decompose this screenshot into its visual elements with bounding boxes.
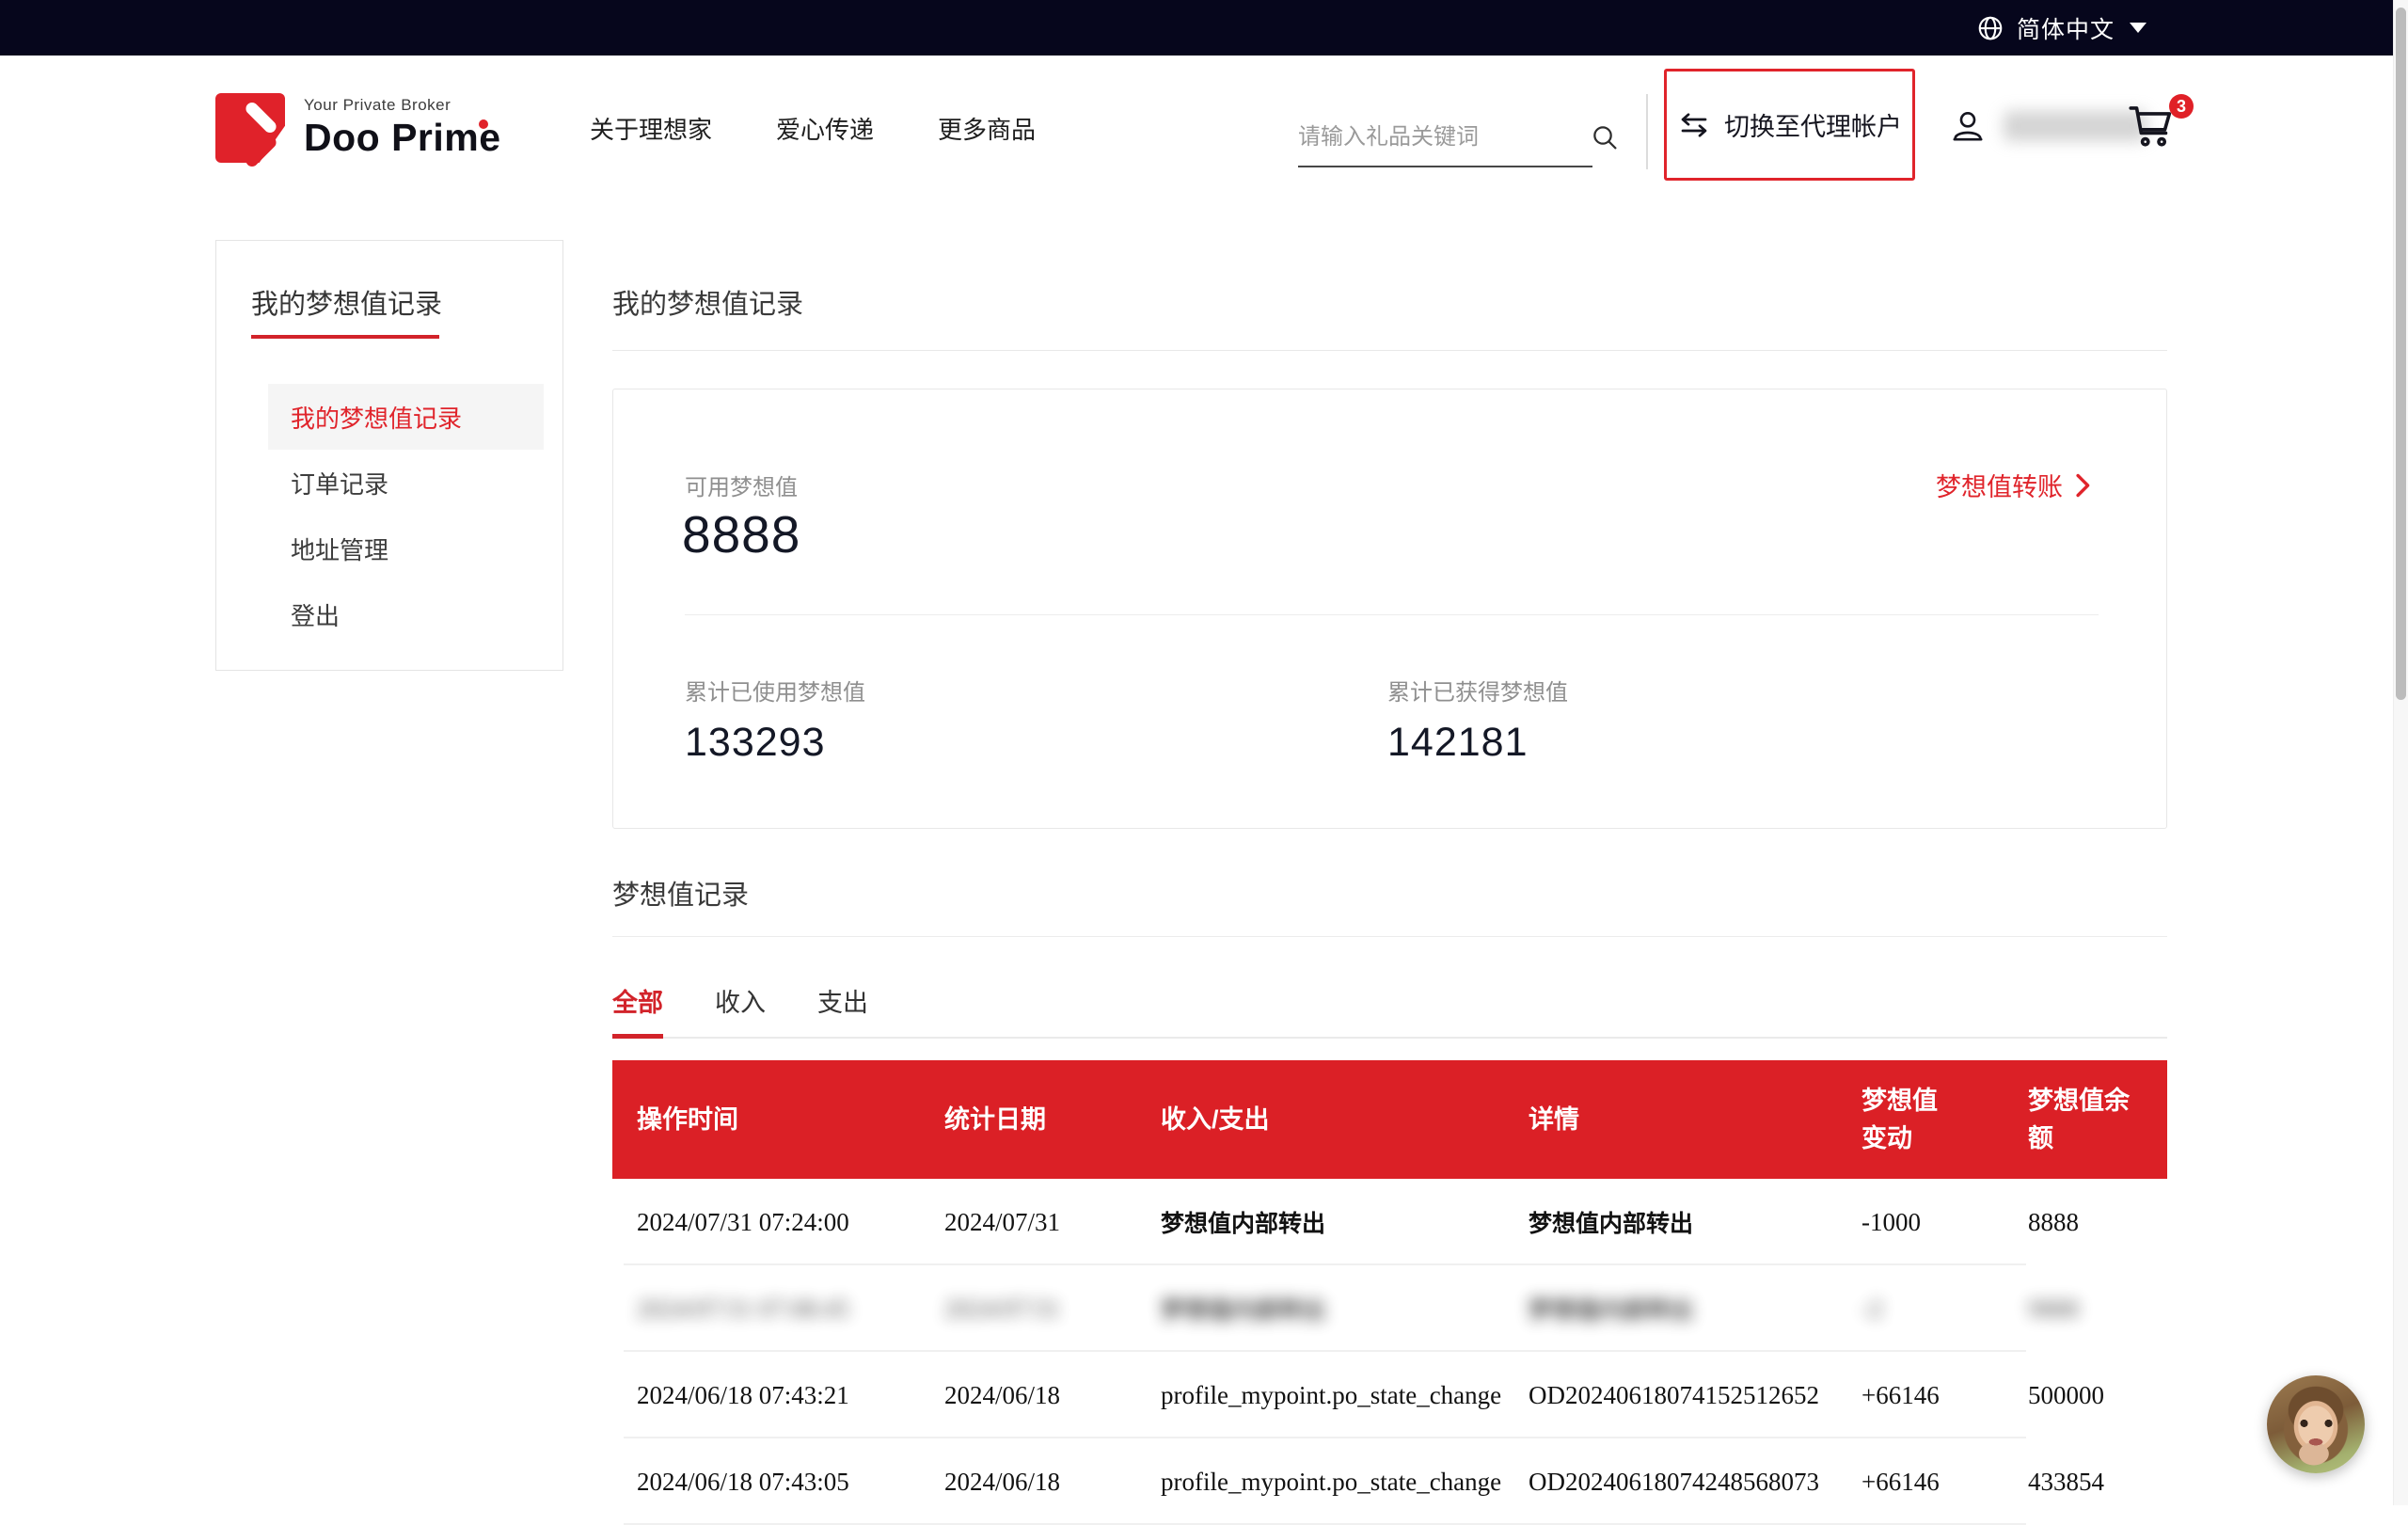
table-cell: 2024/07/31 (920, 1208, 1136, 1237)
stat-earned-points: 累计已获得梦想值 142181 (1387, 674, 1568, 766)
nav-item-charity[interactable]: 爱心传递 (776, 111, 874, 146)
table-cell: +66146 (1837, 1468, 2004, 1497)
divider (685, 614, 2099, 615)
stat-value: 133293 (685, 720, 865, 766)
table-cell: 2024/06/18 (920, 1468, 1136, 1497)
stat-used-points: 累计已使用梦想值 133293 (685, 674, 865, 766)
language-label: 简体中文 (2017, 11, 2115, 45)
table-cell: 8888 (2004, 1208, 2167, 1237)
table-cell: 梦想值内部转出 (1136, 1205, 1504, 1239)
page-title: 我的梦想值记录 (612, 282, 803, 322)
table-cell: 2024/07/31 (920, 1295, 1136, 1324)
divider (612, 350, 2167, 351)
cart-badge: 3 (2169, 94, 2194, 119)
table-cell: 梦想值内部转出 (1504, 1292, 1837, 1326)
records-section-title: 梦想值记录 (612, 873, 749, 913)
logo-tagline: Your Private Broker (304, 96, 501, 115)
column-header: 操作时间 (612, 1101, 920, 1139)
search-icon[interactable] (1590, 122, 1620, 152)
table-cell: profile_mypoint.po_state_change (1136, 1468, 1504, 1497)
table-cell: 2024/07/31 07:08:45 (612, 1295, 920, 1324)
records-table: 操作时间 统计日期 收入/支出 详情 梦想值变动 梦想值余额 2024/07/3… (612, 1060, 2167, 1525)
stat-value: 142181 (1387, 720, 1568, 766)
table-cell: profile_mypoint.po_state_change (1136, 1381, 1504, 1410)
sidebar-item-my-dream-points[interactable]: 我的梦想值记录 (268, 384, 544, 450)
table-row: 2024/06/18 07:43:212024/06/18profile_myp… (612, 1352, 2167, 1438)
points-summary-card: 可用梦想值 8888 梦想值转账 累计已使用梦想值 133293 累计已获得梦想… (612, 389, 2167, 829)
table-cell: -1000 (1837, 1208, 2004, 1237)
scrollbar-track[interactable] (2393, 0, 2408, 1505)
search-box (1298, 109, 1592, 167)
table-cell: OD20240618074152512652 (1504, 1381, 1837, 1410)
sidebar-menu: 我的梦想值记录 订单记录 地址管理 登出 (216, 384, 562, 647)
column-header: 详情 (1504, 1101, 1837, 1139)
column-header: 收入/支出 (1136, 1101, 1504, 1139)
table-row: 2024/07/31 07:24:002024/07/31梦想值内部转出梦想值内… (612, 1179, 2167, 1265)
stat-label: 累计已获得梦想值 (1387, 674, 1568, 707)
user-icon (1949, 105, 1987, 147)
table-cell: 2024/06/18 07:43:21 (612, 1381, 920, 1410)
table-cell: OD20240618074248568073 (1504, 1468, 1837, 1497)
nav-item-more-products[interactable]: 更多商品 (938, 111, 1036, 146)
tab-all[interactable]: 全部 (612, 975, 663, 1037)
column-header: 梦想值余额 (2004, 1082, 2167, 1158)
column-header: 梦想值变动 (1837, 1082, 2004, 1158)
table-header: 操作时间 统计日期 收入/支出 详情 梦想值变动 梦想值余额 (612, 1060, 2167, 1179)
switch-to-agent-account-button[interactable]: 切换至代理帐户 (1664, 69, 1915, 181)
sidebar: 我的梦想值记录 我的梦想值记录 订单记录 地址管理 登出 (215, 240, 563, 671)
globe-icon (1976, 14, 2004, 42)
sidebar-title: 我的梦想值记录 (251, 282, 562, 322)
sidebar-item-logout[interactable]: 登出 (268, 581, 544, 647)
table-body: 2024/07/31 07:24:002024/07/31梦想值内部转出梦想值内… (612, 1179, 2167, 1525)
caret-down-icon (2130, 23, 2147, 33)
top-bar: 简体中文 (0, 0, 2408, 56)
table-cell: 2024/06/18 (920, 1381, 1136, 1410)
stat-label: 累计已使用梦想值 (685, 674, 865, 707)
tab-income[interactable]: 收入 (715, 975, 766, 1037)
table-row: 2024/06/18 07:43:052024/06/18profile_myp… (612, 1438, 2167, 1525)
available-points-label: 可用梦想值 (685, 469, 798, 501)
nav-item-about[interactable]: 关于理想家 (590, 111, 712, 146)
points-transfer-link[interactable]: 梦想值转账 (1936, 467, 2093, 503)
table-cell: +66146 (1837, 1381, 2004, 1410)
table-cell: 梦想值内部转出 (1504, 1205, 1837, 1239)
doo-prime-logo-icon (215, 93, 285, 163)
table-cell: 2024/07/31 07:24:00 (612, 1208, 920, 1237)
support-avatar[interactable] (2267, 1375, 2365, 1473)
main-nav: 关于理想家 爱心传递 更多商品 (590, 111, 1036, 146)
records-tabs: 全部 收入 支出 (612, 975, 2167, 1039)
table-cell: 9888 (2004, 1295, 2167, 1324)
sidebar-item-order-history[interactable]: 订单记录 (268, 450, 544, 516)
scrollbar-thumb[interactable] (2396, 8, 2406, 700)
cart-button[interactable]: 3 (2124, 98, 2190, 160)
points-transfer-label: 梦想值转账 (1936, 467, 2063, 503)
table-cell: 2024/06/18 07:43:05 (612, 1468, 920, 1497)
user-account[interactable] (1949, 105, 2147, 147)
column-header: 统计日期 (920, 1101, 1136, 1139)
swap-icon (1677, 108, 1711, 142)
logo-brand: Doo Prime (304, 117, 501, 159)
switch-account-label: 切换至代理帐户 (1724, 106, 1902, 143)
chevron-right-icon (2072, 472, 2093, 499)
search-input[interactable] (1298, 124, 1590, 151)
header-divider (1646, 94, 1648, 169)
table-cell: -2 (1837, 1295, 2004, 1324)
page: 简体中文 Your Private Broker Doo Prime 关于理想家… (0, 0, 2408, 1505)
logo[interactable]: Your Private Broker Doo Prime (215, 93, 501, 163)
table-row: 2024/07/31 07:08:452024/07/31梦想值内部转出梦想值内… (612, 1265, 2167, 1352)
table-cell: 500000 (2004, 1381, 2167, 1410)
sidebar-item-address-management[interactable]: 地址管理 (268, 516, 544, 581)
tab-expense[interactable]: 支出 (817, 975, 868, 1037)
divider (612, 936, 2167, 937)
sidebar-title-underline (251, 335, 439, 339)
available-points-value: 8888 (682, 504, 800, 564)
language-switcher[interactable]: 简体中文 (1976, 0, 2147, 56)
table-cell: 梦想值内部转出 (1136, 1292, 1504, 1326)
table-cell: 433854 (2004, 1468, 2167, 1497)
